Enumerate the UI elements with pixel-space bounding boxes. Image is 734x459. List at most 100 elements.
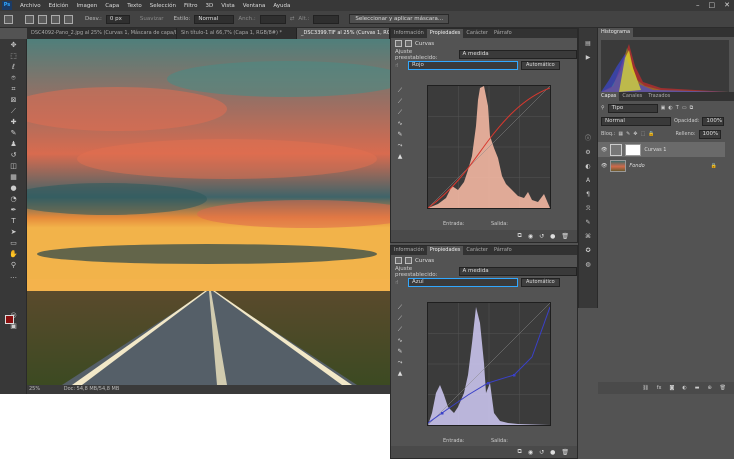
menu-imagen[interactable]: Imagen — [72, 3, 101, 9]
type-tool-icon[interactable]: T — [9, 217, 18, 226]
style-select[interactable]: Normal — [194, 14, 235, 24]
character-panel-icon[interactable]: A — [579, 175, 597, 186]
layer-style-icon[interactable]: fx — [657, 385, 662, 391]
clipping-warning-icon[interactable]: ▲ — [395, 368, 405, 379]
white-point-eyedropper-icon[interactable]: ⟋ — [395, 324, 405, 335]
paths-panel-icon[interactable]: ℛ — [579, 203, 597, 214]
reset-icon[interactable]: ↺ — [539, 449, 544, 456]
layer-row-curvas-1[interactable]: 👁 Curvas 1 — [598, 142, 725, 157]
smooth-curve-icon[interactable]: ⤳ — [395, 140, 405, 151]
menu-3d[interactable]: 3D — [201, 3, 217, 9]
gradient-tool-icon[interactable]: ▦ — [9, 173, 18, 182]
pencil-curve-icon[interactable]: ✎ — [395, 129, 405, 140]
feather-input[interactable]: 0 px — [105, 14, 130, 24]
curve-points-icon[interactable]: ∿ — [395, 118, 405, 129]
doc-size[interactable]: Doc: 54,8 MB/54,8 MB — [64, 386, 120, 392]
curve-graph-blue[interactable] — [427, 302, 551, 426]
layer-filter-select[interactable]: Tipo — [607, 103, 658, 113]
hand-adjust-icon[interactable]: ☝ — [395, 280, 405, 286]
height-input[interactable] — [313, 14, 340, 24]
delete-icon[interactable]: 🗑 — [561, 233, 569, 240]
lock-artboard-icon[interactable]: ⬚ — [640, 131, 645, 137]
doc-tab-2[interactable]: Sin título-1 al 66,7% (Capa 1, RGB/8#) * — [177, 28, 297, 39]
stamp-tool-icon[interactable]: ♟ — [9, 140, 18, 149]
healing-tool-icon[interactable]: ✚ — [9, 118, 18, 127]
channel-select[interactable]: Rojo — [408, 61, 518, 70]
move-tool-icon[interactable]: ✥ — [9, 41, 18, 50]
layer-mask-icon[interactable] — [405, 257, 412, 264]
width-input[interactable] — [259, 14, 286, 24]
pen-tool-icon[interactable]: ✒ — [9, 206, 18, 215]
tab-trazados[interactable]: Trazados — [645, 92, 673, 101]
clip-to-layer-icon[interactable]: ⧉ — [518, 232, 522, 240]
filter-shape-icon[interactable]: ▭ — [682, 105, 687, 111]
lock-move-icon[interactable]: ✥ — [633, 131, 637, 137]
menu-edicion[interactable]: Edición — [45, 3, 73, 9]
menu-filtro[interactable]: Filtro — [180, 3, 201, 9]
view-previous-icon[interactable]: ◉ — [528, 233, 533, 240]
blend-mode-select[interactable]: Normal — [601, 116, 671, 126]
view-previous-icon[interactable]: ◉ — [528, 449, 533, 456]
menu-archivo[interactable]: Archivo — [16, 3, 45, 9]
menu-ventana[interactable]: Ventana — [239, 3, 270, 9]
filter-text-icon[interactable]: T — [676, 105, 679, 111]
eraser-tool-icon[interactable]: ◫ — [9, 162, 18, 171]
layer-name[interactable]: Curvas 1 — [644, 147, 666, 153]
dodge-tool-icon[interactable]: ◔ — [9, 195, 18, 204]
maximize-icon[interactable]: □ — [709, 1, 716, 9]
libraries-panel-icon[interactable]: ◍ — [579, 259, 597, 270]
preset-select[interactable]: A medida — [458, 267, 577, 276]
hand-tool-icon[interactable]: ✋ — [9, 250, 18, 259]
opacity-input[interactable]: 100% — [702, 116, 725, 126]
hand-adjust-icon[interactable]: ☝ — [395, 63, 405, 69]
auto-button[interactable]: Automático — [521, 61, 560, 70]
filter-smart-icon[interactable]: ⧉ — [690, 105, 694, 111]
curve-points-icon[interactable]: ∿ — [395, 335, 405, 346]
lock-paint-icon[interactable]: ✎ — [626, 131, 630, 137]
filter-pixel-icon[interactable]: ▣ — [661, 105, 666, 111]
new-group-icon[interactable]: ▬ — [695, 385, 700, 391]
new-selection-icon[interactable] — [25, 14, 34, 24]
menu-vista[interactable]: Vista — [217, 3, 239, 9]
crop-tool-icon[interactable]: ⌗ — [9, 85, 18, 94]
tab-propiedades[interactable]: Propiedades — [426, 29, 464, 38]
foreground-color-swatch[interactable] — [5, 315, 14, 324]
menu-seleccion[interactable]: Selección — [146, 3, 180, 9]
tab-parrafo[interactable]: Párrafo — [491, 29, 515, 38]
menu-texto[interactable]: Texto — [123, 3, 146, 9]
tab-parrafo[interactable]: Párrafo — [491, 246, 515, 255]
quick-select-tool-icon[interactable]: ⌾ — [9, 74, 18, 83]
auto-button[interactable]: Automático — [521, 278, 560, 287]
add-selection-icon[interactable] — [38, 14, 47, 24]
brush-tool-icon[interactable]: ✎ — [9, 129, 18, 138]
curve-graph-red[interactable] — [427, 85, 551, 209]
doc-tab-1[interactable]: DSC4092-Pano_2.jpg al 25% (Curvas 1, Más… — [27, 28, 177, 39]
path-select-tool-icon[interactable]: ➤ — [9, 228, 18, 237]
actions-panel-icon[interactable]: ▶ — [579, 52, 597, 63]
zoom-tool-icon[interactable]: ⚲ — [9, 261, 18, 270]
image-canvas[interactable] — [27, 39, 390, 385]
more-tools-icon[interactable]: … — [9, 272, 18, 281]
clipping-warning-icon[interactable]: ▲ — [395, 151, 405, 162]
frame-tool-icon[interactable]: ⊠ — [9, 96, 18, 105]
filter-adjust-icon[interactable]: ◐ — [668, 105, 672, 111]
channel-select[interactable]: Azul — [408, 278, 518, 287]
properties-panel-icon[interactable]: ⚙ — [579, 147, 597, 158]
paragraph-panel-icon[interactable]: ¶ — [579, 189, 597, 200]
clip-to-layer-icon[interactable]: ⧉ — [518, 448, 522, 456]
link-layers-icon[interactable]: ⛓ — [642, 385, 648, 391]
delete-layer-icon[interactable]: 🗑 — [720, 385, 726, 391]
marquee-tool-icon[interactable]: ⬚ — [9, 52, 18, 61]
gray-point-eyedropper-icon[interactable]: ⟋ — [395, 96, 405, 107]
tab-caracter[interactable]: Carácter — [463, 246, 491, 255]
delete-icon[interactable]: 🗑 — [561, 449, 569, 456]
reset-icon[interactable]: ↺ — [539, 233, 544, 240]
white-point-eyedropper-icon[interactable]: ⟋ — [395, 107, 405, 118]
lock-all-icon[interactable]: 🔒 — [648, 131, 654, 137]
tab-capas[interactable]: Capas — [598, 92, 620, 101]
tab-caracter[interactable]: Carácter — [463, 29, 491, 38]
menu-ayuda[interactable]: Ayuda — [269, 3, 294, 9]
eyedropper-tool-icon[interactable]: ⟋ — [9, 107, 18, 116]
minimize-icon[interactable]: – — [696, 1, 700, 9]
preset-select[interactable]: A medida — [458, 50, 577, 59]
